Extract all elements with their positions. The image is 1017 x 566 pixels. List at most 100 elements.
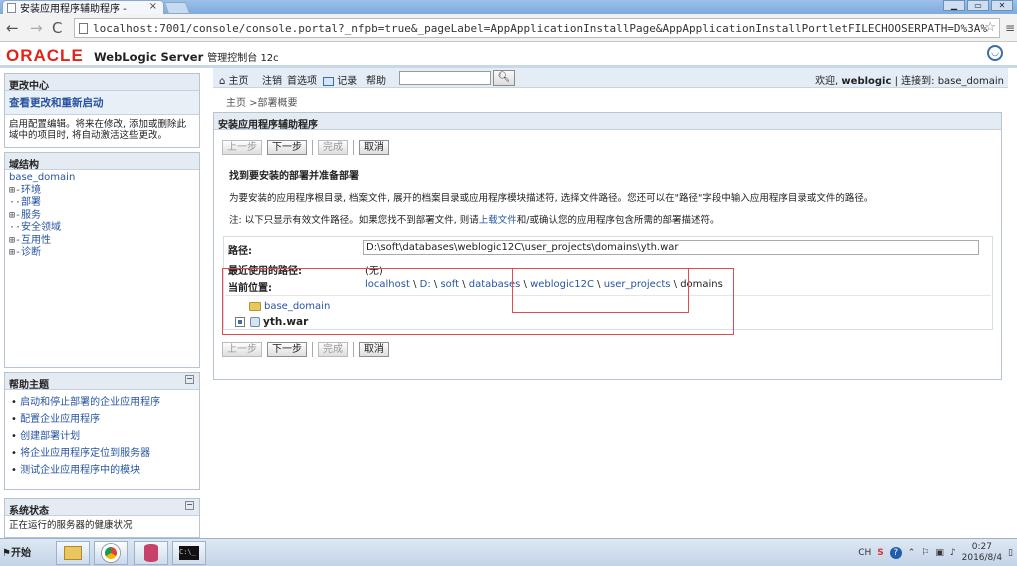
input-language[interactable]: CH: [858, 548, 871, 558]
flag-icon[interactable]: ⚐: [921, 548, 929, 558]
tree-item-diagnostics[interactable]: ⊞-诊断: [9, 247, 195, 260]
domain-tree: base_domain ⊞-环境 ··部署 ⊞-服务 ··安全领域 ⊞-互用性 …: [5, 170, 199, 262]
tree-root[interactable]: base_domain: [9, 172, 195, 185]
domain-structure-title: 域结构: [5, 153, 199, 171]
search-icon: 🔍︎: [497, 72, 511, 83]
change-center-text: 启用配置编辑。将来在修改, 添加或删除此域中的项目时, 将自动激活这些更改。: [9, 119, 187, 141]
tree-item-security-realms[interactable]: ··安全领域: [9, 222, 195, 235]
back-button[interactable]: 上一步: [222, 140, 262, 155]
back-arrow-icon[interactable]: ←: [6, 19, 19, 37]
back-button[interactable]: 上一步: [222, 342, 262, 357]
reload-icon[interactable]: C: [52, 19, 62, 37]
bookmark-star-icon[interactable]: ☆: [984, 20, 996, 35]
database-icon[interactable]: [134, 541, 168, 565]
windows-taskbar: ⚑开始 C:\_ CH S ? ⌃ ⚐ ▣ ♪ 0:27 2016/8/4 ▯: [0, 538, 1017, 566]
new-tab-button[interactable]: [163, 2, 191, 14]
collapse-icon[interactable]: −: [185, 375, 194, 384]
home-link[interactable]: ⌂ 主页: [219, 72, 249, 87]
description-text: 为要安装的应用程序根目录, 档案文件, 展开的档案目录或应用程序模块描述符, 选…: [229, 193, 874, 204]
welcome-text: 欢迎, weblogic | 连接到: base_domain: [815, 76, 1004, 87]
page-icon: [7, 2, 16, 13]
path-label: 路径:: [228, 246, 252, 257]
system-status-panel: 系统状态 − 正在运行的服务器的健康状况: [4, 498, 200, 538]
help-topic-link[interactable]: 测试企业应用程序中的模块: [11, 462, 193, 479]
chrome-icon[interactable]: [94, 541, 128, 565]
help-topics-title: 帮助主题 −: [5, 373, 199, 391]
install-wizard-panel: 安装应用程序辅助程序 上一步 下一步 完成 取消 找到要安装的部署并准备部署 为…: [213, 112, 1002, 380]
section-title: 找到要安装的部署并准备部署: [229, 171, 359, 182]
explorer-icon[interactable]: [56, 541, 90, 565]
close-tab-icon[interactable]: ×: [149, 1, 157, 12]
help-topic-link[interactable]: 配置企业应用程序: [11, 411, 193, 428]
help-topic-link[interactable]: 启动和停止部署的企业应用程序: [11, 394, 193, 411]
divider: [312, 342, 313, 357]
console-toolbar: ⌂ 主页 注销 首选项 记录 帮助 🔍︎ 欢迎, weblogic | 连接到:…: [213, 68, 1008, 88]
help-icon[interactable]: ◡: [987, 45, 1003, 61]
system-status-text: 正在运行的服务器的健康状况: [9, 520, 133, 531]
domain-structure-panel: 域结构 base_domain ⊞-环境 ··部署 ⊞-服务 ··安全领域 ⊞-…: [4, 152, 200, 368]
divider: [312, 140, 313, 155]
logout-link[interactable]: 注销: [262, 72, 282, 87]
system-status-title: 系统状态 −: [5, 499, 199, 517]
change-center-panel: 更改中心 查看更改和重新启动 启用配置编辑。将来在修改, 添加或删除此域中的项目…: [4, 73, 200, 148]
next-button[interactable]: 下一步: [267, 140, 307, 155]
system-tray: CH S ? ⌃ ⚐ ▣ ♪ 0:27 2016/8/4 ▯: [858, 541, 1013, 565]
menu-icon[interactable]: ≡: [1005, 21, 1015, 35]
ime-icon[interactable]: S: [877, 548, 883, 558]
help-icon[interactable]: ?: [889, 547, 902, 559]
browser-titlebar: 安装应用程序辅助程序 - × ▁ ▭ ✕: [0, 0, 1017, 15]
volume-icon[interactable]: ♪: [950, 548, 956, 558]
wizard-buttons-top: 上一步 下一步 完成 取消: [222, 140, 389, 155]
finish-button[interactable]: 完成: [318, 140, 348, 155]
cancel-button[interactable]: 取消: [359, 342, 389, 357]
record-link[interactable]: 记录: [323, 72, 357, 87]
search-input[interactable]: [399, 71, 491, 85]
network-icon[interactable]: ▣: [935, 548, 944, 558]
note-text: 注: 以下只显示有效文件路径。如果您找不到部署文件, 则请上载文件和/或确认您的…: [229, 215, 720, 226]
help-topic-link[interactable]: 将企业应用程序定位到服务器: [11, 445, 193, 462]
window-controls: ▁ ▭ ✕: [943, 0, 1013, 11]
address-bar[interactable]: localhost:7001/console/console.portal?_n…: [74, 18, 1000, 38]
show-desktop-icon[interactable]: ▯: [1008, 548, 1013, 558]
tree-item-deployments[interactable]: ··部署: [9, 197, 195, 210]
tray-arrow-icon[interactable]: ⌃: [908, 548, 916, 558]
oracle-logo: ORACLE: [6, 46, 84, 65]
help-topics-panel: 帮助主题− 启动和停止部署的企业应用程序 配置企业应用程序 创建部署计划 将企业…: [4, 372, 200, 490]
wizard-buttons-bottom: 上一步 下一步 完成 取消: [222, 342, 389, 357]
help-link[interactable]: 帮助: [366, 72, 386, 87]
product-title: WebLogic Server 管理控制台 12c: [94, 50, 279, 64]
upload-file-link[interactable]: 上载文件: [479, 215, 517, 226]
preferences-link[interactable]: 首选项: [287, 72, 317, 87]
help-topics-list: 启动和停止部署的企业应用程序 配置企业应用程序 创建部署计划 将企业应用程序定位…: [5, 390, 199, 483]
help-topic-link[interactable]: 创建部署计划: [11, 428, 193, 445]
forward-arrow-icon[interactable]: →: [30, 19, 43, 37]
breadcrumb[interactable]: 主页 >部署概要: [226, 94, 298, 109]
terminal-icon[interactable]: C:\_: [172, 541, 206, 565]
path-input[interactable]: D:\soft\databases\weblogic12C\user_proje…: [363, 240, 979, 255]
url-text: localhost:7001/console/console.portal?_n…: [93, 21, 988, 35]
close-window-icon[interactable]: ✕: [991, 0, 1013, 11]
tree-item-services[interactable]: ⊞-服务: [9, 210, 195, 223]
cancel-button[interactable]: 取消: [359, 140, 389, 155]
change-center-title: 更改中心: [5, 74, 199, 92]
maximize-icon[interactable]: ▭: [967, 0, 989, 11]
browser-tab[interactable]: 安装应用程序辅助程序 - ×: [2, 0, 164, 15]
view-changes-link[interactable]: 查看更改和重新启动: [5, 91, 199, 115]
wizard-title: 安装应用程序辅助程序: [214, 113, 1001, 131]
divider: [353, 140, 354, 155]
clock[interactable]: 0:27 2016/8/4: [962, 542, 1002, 564]
annotation-box: [512, 268, 689, 313]
tab-title: 安装应用程序辅助程序 -: [20, 4, 127, 15]
divider: [353, 342, 354, 357]
collapse-icon[interactable]: −: [185, 501, 194, 510]
tree-item-environment[interactable]: ⊞-环境: [9, 185, 195, 198]
browser-toolbar: ← → C localhost:7001/console/console.por…: [0, 14, 1017, 42]
next-button[interactable]: 下一步: [267, 342, 307, 357]
search-button[interactable]: 🔍︎: [493, 70, 515, 86]
record-icon: [323, 76, 334, 86]
start-button[interactable]: ⚑开始: [2, 544, 31, 559]
finish-button[interactable]: 完成: [318, 342, 348, 357]
console-header: ORACLE WebLogic Server 管理控制台 12c ◡: [0, 42, 1017, 68]
minimize-icon[interactable]: ▁: [943, 0, 965, 11]
tree-item-interoperability[interactable]: ⊞-互用性: [9, 235, 195, 248]
